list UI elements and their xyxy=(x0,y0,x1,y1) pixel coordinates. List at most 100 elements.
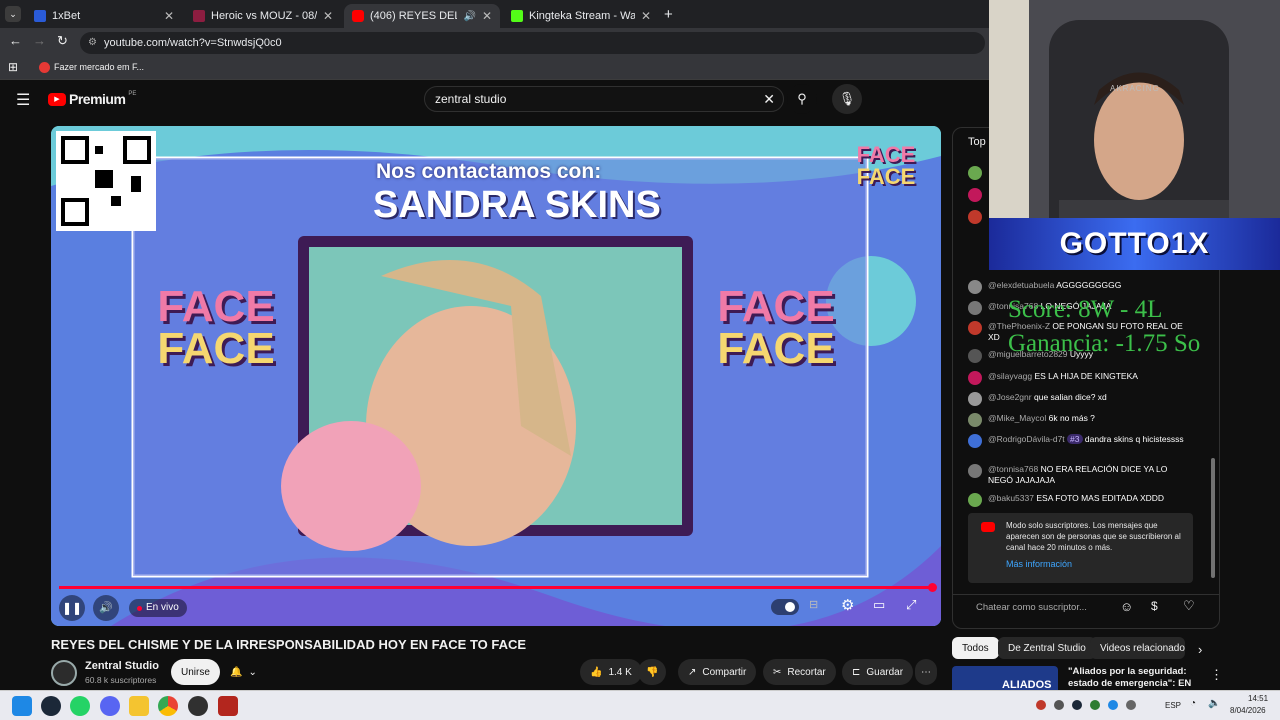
bell-icon: 🔔 xyxy=(230,666,243,678)
related-more-icon[interactable]: ⋮ xyxy=(1210,667,1223,683)
chevron-right-icon[interactable]: › xyxy=(1198,642,1202,657)
tab-youtube-active[interactable]: (406) REYES DEL CHISME Y 🔊 ✕ xyxy=(344,4,500,28)
1xbet-favicon xyxy=(34,10,46,22)
chip-from-channel[interactable]: De Zentral Studio xyxy=(998,637,1096,659)
close-tab-icon[interactable]: ✕ xyxy=(641,9,651,23)
volume-icon: 🔊 xyxy=(99,602,113,614)
channel-avatar[interactable] xyxy=(51,660,77,686)
close-tab-icon[interactable]: ✕ xyxy=(482,9,492,23)
join-button[interactable]: Unirse xyxy=(171,659,220,685)
clear-search-icon[interactable]: ✕ xyxy=(763,87,775,111)
chat-message: @silayvagg ES LA HIJA DE KINGTEKA xyxy=(968,371,1193,385)
save-button[interactable]: ⊏ Guardar xyxy=(842,659,914,685)
site-info-icon[interactable]: ⚙ xyxy=(88,32,97,54)
wifi-icon[interactable]: ◔ xyxy=(1190,698,1196,709)
profit-overlay: Ganancia: -1.75 So xyxy=(1008,330,1201,357)
avatar xyxy=(968,210,982,224)
score-overlay: Score: 8W - 4L xyxy=(1008,296,1163,323)
avatar xyxy=(968,392,982,406)
chat-input[interactable]: Chatear como suscriptor... xyxy=(976,602,1087,613)
new-tab-button[interactable]: + xyxy=(664,6,673,23)
fullscreen-icon: ⤢ xyxy=(906,597,917,612)
share-button[interactable]: ↗ Compartir xyxy=(678,659,757,685)
gear-icon: ⚙ xyxy=(841,597,855,614)
subtitles-button[interactable]: ⊟ xyxy=(809,598,829,616)
chip-related[interactable]: Videos relacionado xyxy=(1090,637,1185,659)
obs-icon[interactable] xyxy=(188,696,208,716)
youtube-logo[interactable]: ▶ Premium PE xyxy=(48,91,136,107)
subscriber-mode-notice: Modo solo suscriptores. Los mensajes que… xyxy=(968,513,1193,583)
dislike-button[interactable]: 👎 xyxy=(638,659,667,685)
steam-icon[interactable] xyxy=(41,696,61,716)
more-info-link[interactable]: Más información xyxy=(1006,559,1185,570)
search-button[interactable]: ⚲ xyxy=(787,84,817,114)
progress-fill xyxy=(59,586,933,589)
tab-list-chevron[interactable]: ⌄ xyxy=(5,6,21,22)
close-tab-icon[interactable]: ✕ xyxy=(323,9,333,23)
related-thumbnail[interactable]: ALIADOS xyxy=(952,666,1058,690)
heart-icon[interactable]: ♡ xyxy=(1183,598,1195,614)
voice-search-button[interactable]: 🎙 xyxy=(832,84,862,114)
avatar xyxy=(968,464,982,478)
fullscreen-button[interactable]: ⤢ xyxy=(906,597,916,613)
related-video-title[interactable]: "Aliados por la seguridad: estado de eme… xyxy=(1068,666,1196,690)
search-input[interactable]: zentral studio ✕ xyxy=(424,86,784,112)
theater-button[interactable]: ▭ xyxy=(873,597,885,613)
volume-button[interactable]: 🔊 xyxy=(93,595,119,621)
language-indicator[interactable]: ESP xyxy=(1165,701,1181,710)
channel-name[interactable]: Zentral Studio xyxy=(85,660,159,672)
autoplay-toggle[interactable] xyxy=(771,599,799,615)
tab-kingteka[interactable]: Kingteka Stream - Watch Live o ✕ xyxy=(503,4,659,28)
hltv-favicon xyxy=(193,10,205,22)
chat-header[interactable]: Top xyxy=(968,136,986,148)
forward-icon[interactable]: → xyxy=(33,33,46,48)
thumbs-up-icon: 👍 xyxy=(590,666,603,678)
chrome-icon[interactable] xyxy=(158,696,178,716)
speaker-icon[interactable]: 🔈 xyxy=(1208,698,1220,709)
progress-scrubber[interactable] xyxy=(928,583,937,592)
super-chat-icon[interactable]: $ xyxy=(1151,599,1158,613)
whatsapp-icon[interactable] xyxy=(70,696,90,716)
file-explorer-icon[interactable] xyxy=(129,696,149,716)
dota-icon[interactable] xyxy=(218,696,238,716)
pause-button[interactable]: ❚❚ xyxy=(59,595,85,621)
live-indicator[interactable]: En vivo xyxy=(129,599,187,617)
clip-button[interactable]: ✂ Recortar xyxy=(763,659,836,685)
chat-scrollbar[interactable] xyxy=(1211,458,1215,578)
avatar xyxy=(968,371,982,385)
thumbs-down-icon: 👎 xyxy=(646,666,659,678)
apps-grid-icon[interactable]: ⊞ xyxy=(8,60,18,74)
tab-heroic-mouz[interactable]: Heroic vs MOUZ - 08/04/2026 ✕ xyxy=(185,4,341,28)
webcam-overlay: AKRACING GOTTO1X xyxy=(989,0,1280,270)
like-button[interactable]: 👍 1.4 K xyxy=(580,659,642,685)
video-player[interactable]: Nos contactamos con: SANDRA SKINS FACE F… xyxy=(51,126,941,626)
clock-date[interactable]: 8/04/2026 xyxy=(1230,706,1266,715)
url-field[interactable]: ⚙ youtube.com/watch?v=StnwdsjQ0c0 xyxy=(80,32,985,54)
close-tab-icon[interactable]: ✕ xyxy=(164,9,174,23)
live-dot-icon xyxy=(137,605,142,611)
avatar xyxy=(968,434,982,448)
tray-icons[interactable] xyxy=(1036,700,1156,712)
discord-icon[interactable] xyxy=(100,696,120,716)
avatar xyxy=(968,321,982,335)
progress-bar[interactable] xyxy=(59,583,937,592)
face-to-face-logo-corner: FACE FACE xyxy=(856,142,916,189)
avatar xyxy=(968,166,982,180)
clock-time[interactable]: 14:51 xyxy=(1248,694,1268,703)
speaker-icon[interactable]: 🔊 xyxy=(463,11,475,22)
avatar xyxy=(968,301,982,315)
chair-brand: AKRACING xyxy=(1110,84,1160,93)
emoji-icon[interactable]: ☺ xyxy=(1120,599,1133,614)
settings-button[interactable]: ⚙ xyxy=(841,596,854,614)
more-actions-button[interactable]: ⋯ xyxy=(915,659,937,685)
notifications-button[interactable]: 🔔 ⌄ xyxy=(225,659,262,685)
reload-icon[interactable]: ↻ xyxy=(57,33,68,49)
video-header-line1: Nos contactamos con: xyxy=(376,160,602,183)
menu-icon[interactable]: ☰ xyxy=(16,90,30,110)
back-icon[interactable]: ← xyxy=(9,33,22,48)
tab-1xbet[interactable]: 1xBet ✕ xyxy=(26,4,182,28)
member-badge: #3 xyxy=(1067,434,1083,444)
chip-todos[interactable]: Todos xyxy=(952,637,999,659)
windows-start-icon[interactable] xyxy=(12,696,32,716)
bookmark-item[interactable]: Fazer mercado em F... xyxy=(54,62,144,72)
